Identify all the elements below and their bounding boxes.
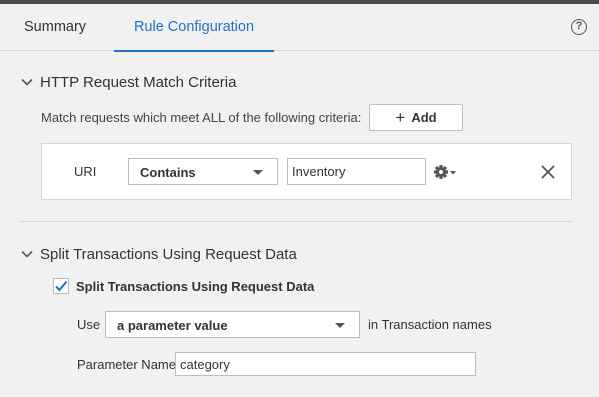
caret-down-icon (335, 323, 345, 328)
parameter-name-input[interactable] (175, 352, 476, 376)
section-divider (19, 221, 573, 222)
caret-down-icon (253, 170, 263, 175)
uri-operator-value: Contains (140, 165, 196, 180)
checkmark-icon (55, 280, 68, 292)
split-section-header[interactable]: Split Transactions Using Request Data (20, 244, 297, 264)
http-section-title: HTTP Request Match Criteria (40, 73, 237, 91)
uri-label: URI (74, 164, 97, 179)
gear-icon[interactable] (433, 164, 459, 180)
in-transaction-names-label: in Transaction names (368, 317, 492, 332)
use-source-value: a parameter value (117, 318, 228, 333)
use-source-select[interactable]: a parameter value (105, 311, 360, 338)
uri-operator-select[interactable]: Contains (128, 158, 278, 185)
close-icon[interactable] (539, 163, 557, 181)
tab-summary[interactable]: Summary (24, 4, 86, 51)
add-button-label: Add (411, 110, 437, 125)
help-icon[interactable]: ? (571, 19, 587, 35)
chevron-down-icon[interactable] (20, 75, 34, 89)
chevron-down-icon[interactable] (20, 247, 34, 261)
split-section-title: Split Transactions Using Request Data (40, 245, 297, 263)
parameter-name-label: Parameter Name (77, 357, 176, 372)
split-transactions-checkbox[interactable] (53, 278, 69, 294)
http-section-header[interactable]: HTTP Request Match Criteria (20, 72, 236, 92)
split-transactions-checkbox-label[interactable]: Split Transactions Using Request Data (76, 279, 314, 294)
use-label: Use (77, 317, 101, 332)
tab-bar: Summary Rule Configuration ? (0, 4, 599, 52)
criteria-description: Match requests which meet ALL of the fol… (41, 110, 362, 125)
plus-icon: + (395, 108, 406, 127)
tab-rule-configuration[interactable]: Rule Configuration (114, 4, 274, 52)
uri-value-input[interactable] (287, 158, 426, 185)
criteria-row: URI Contains (41, 143, 572, 200)
add-criteria-button[interactable]: + Add (369, 104, 463, 131)
